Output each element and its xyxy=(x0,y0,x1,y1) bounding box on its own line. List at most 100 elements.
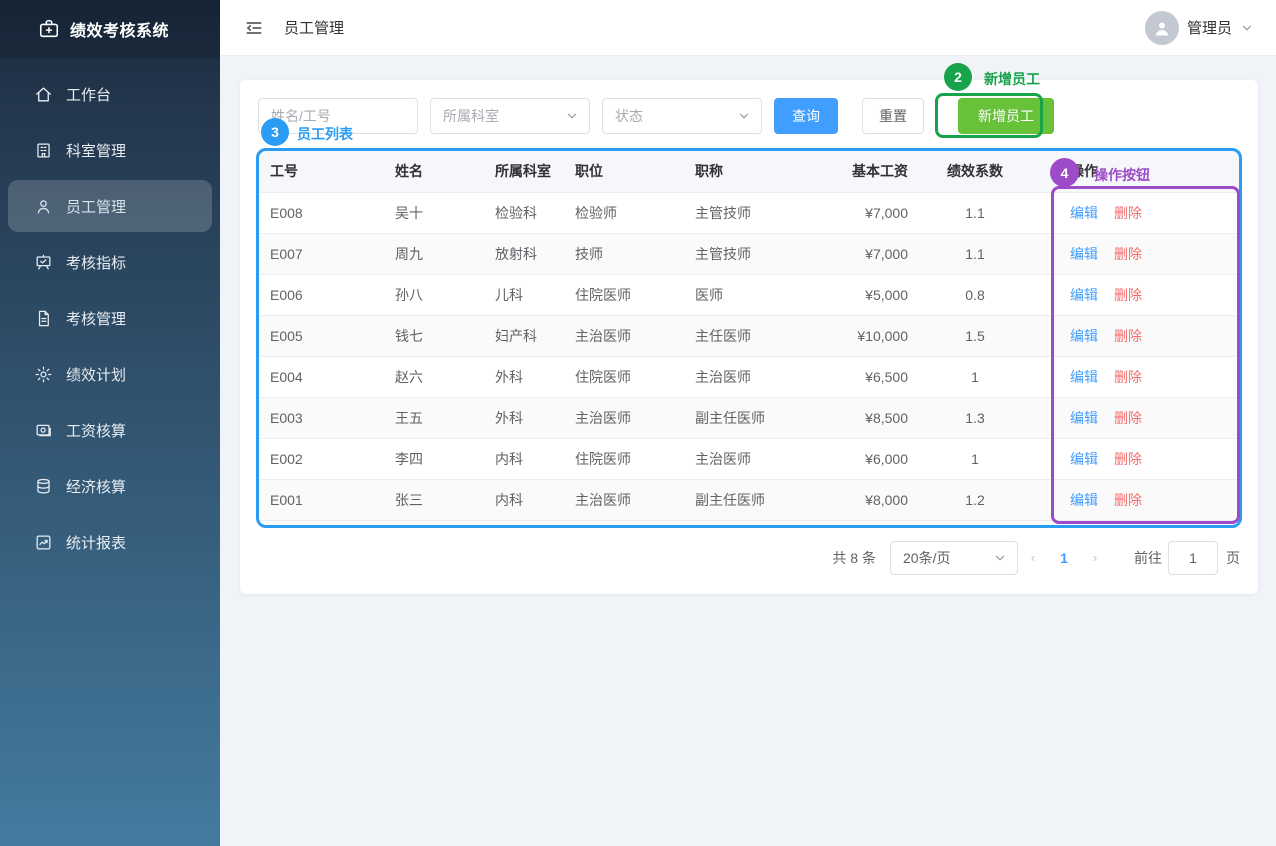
column-header: 绩效系数 xyxy=(920,150,1030,192)
cell-name: 张三 xyxy=(383,479,483,520)
sidebar: 绩效考核系统 工作台科室管理员工管理考核指标考核管理绩效计划工资核算经济核算统计… xyxy=(0,0,220,846)
edit-link[interactable]: 编辑 xyxy=(1070,287,1098,303)
delete-link[interactable]: 删除 xyxy=(1114,451,1142,467)
avatar xyxy=(1145,11,1179,45)
sidebar-item-label: 经济核算 xyxy=(66,476,126,497)
table-row: E006孙八儿科住院医师医师¥5,0000.8编辑删除 xyxy=(258,274,1240,315)
edit-link[interactable]: 编辑 xyxy=(1070,205,1098,221)
edit-link[interactable]: 编辑 xyxy=(1070,451,1098,467)
column-header: 姓名 xyxy=(383,150,483,192)
cell-name: 周九 xyxy=(383,233,483,274)
cell-name: 赵六 xyxy=(383,356,483,397)
cell-coeff: 1.2 xyxy=(920,479,1030,520)
cell-coeff: 1 xyxy=(920,438,1030,479)
app-logo: 绩效考核系统 xyxy=(0,0,220,58)
chevron-down-icon xyxy=(737,109,751,123)
table-header-row: 工号姓名所属科室职位职称基本工资绩效系数操作 xyxy=(258,150,1240,192)
delete-link[interactable]: 删除 xyxy=(1114,328,1142,344)
column-header: 职称 xyxy=(683,150,803,192)
edit-link[interactable]: 编辑 xyxy=(1070,369,1098,385)
sidebar-nav: 工作台科室管理员工管理考核指标考核管理绩效计划工资核算经济核算统计报表 xyxy=(0,58,220,578)
cell-title: 主管技师 xyxy=(683,192,803,233)
status-select[interactable]: 状态 xyxy=(602,98,762,134)
sidebar-item-chart[interactable]: 统计报表 xyxy=(8,516,212,568)
first-aid-kit-icon xyxy=(38,18,60,40)
table-row: E002李四内科住院医师主治医师¥6,0001编辑删除 xyxy=(258,438,1240,479)
column-header: 工号 xyxy=(258,150,383,192)
edit-link[interactable]: 编辑 xyxy=(1070,246,1098,262)
employee-table-body: E008吴十检验科检验师主管技师¥7,0001.1编辑删除E007周九放射科技师… xyxy=(258,192,1240,520)
cell-salary: ¥5,000 xyxy=(803,274,920,315)
cell-salary: ¥6,000 xyxy=(803,438,920,479)
search-button[interactable]: 查询 xyxy=(774,98,838,134)
sidebar-item-database[interactable]: 经济核算 xyxy=(8,460,212,512)
delete-link[interactable]: 删除 xyxy=(1114,287,1142,303)
cell-actions: 编辑删除 xyxy=(1030,438,1240,479)
add-employee-button[interactable]: 新增员工 xyxy=(958,98,1054,134)
cell-actions: 编辑删除 xyxy=(1030,192,1240,233)
table-row: E003王五外科主治医师副主任医师¥8,5001.3编辑删除 xyxy=(258,397,1240,438)
edit-link[interactable]: 编辑 xyxy=(1070,492,1098,508)
prev-page-button[interactable]: ‹ xyxy=(1018,550,1048,565)
cell-title: 主治医师 xyxy=(683,356,803,397)
status-select-placeholder: 状态 xyxy=(615,106,643,126)
cell-dept: 外科 xyxy=(483,397,563,438)
cell-actions: 编辑删除 xyxy=(1030,356,1240,397)
page-size-select[interactable]: 20条/页 xyxy=(890,541,1018,575)
chevron-down-icon xyxy=(565,109,579,123)
goto-label: 前往 xyxy=(1134,548,1162,568)
sidebar-item-user[interactable]: 员工管理 xyxy=(8,180,212,232)
page-unit-label: 页 xyxy=(1226,548,1240,568)
cell-position: 住院医师 xyxy=(563,356,683,397)
sidebar-collapse-icon[interactable] xyxy=(244,18,264,38)
delete-link[interactable]: 删除 xyxy=(1114,246,1142,262)
column-header: 操作 xyxy=(1030,150,1240,192)
sidebar-item-document[interactable]: 考核管理 xyxy=(8,292,212,344)
department-select[interactable]: 所属科室 xyxy=(430,98,590,134)
cell-dept: 儿科 xyxy=(483,274,563,315)
edit-link[interactable]: 编辑 xyxy=(1070,328,1098,344)
document-icon xyxy=(34,309,53,328)
home-icon xyxy=(34,85,53,104)
cell-position: 主治医师 xyxy=(563,479,683,520)
cell-dept: 检验科 xyxy=(483,192,563,233)
cell-actions: 编辑删除 xyxy=(1030,233,1240,274)
cell-coeff: 0.8 xyxy=(920,274,1030,315)
cell-actions: 编辑删除 xyxy=(1030,479,1240,520)
board-icon xyxy=(34,253,53,272)
sidebar-item-home[interactable]: 工作台 xyxy=(8,68,212,120)
filter-bar: 所属科室 状态 查询 重置 新增员工 xyxy=(258,98,1240,134)
sidebar-item-salary[interactable]: 工资核算 xyxy=(8,404,212,456)
cell-salary: ¥10,000 xyxy=(803,315,920,356)
current-page[interactable]: 1 xyxy=(1048,550,1080,566)
main-area: 员工管理 管理员 所属科室 状态 查询 xyxy=(220,0,1276,846)
delete-link[interactable]: 删除 xyxy=(1114,369,1142,385)
chart-icon xyxy=(34,533,53,552)
sidebar-item-label: 工作台 xyxy=(66,84,111,105)
cell-name: 孙八 xyxy=(383,274,483,315)
reset-button[interactable]: 重置 xyxy=(862,98,924,134)
cell-id: E001 xyxy=(258,479,383,520)
sidebar-item-building[interactable]: 科室管理 xyxy=(8,124,212,176)
edit-link[interactable]: 编辑 xyxy=(1070,410,1098,426)
page-content: 所属科室 状态 查询 重置 新增员工 工号姓名所属科室职位职称基本工资绩效系数操… xyxy=(220,56,1276,618)
sidebar-item-label: 工资核算 xyxy=(66,420,126,441)
goto-page-input[interactable] xyxy=(1168,541,1218,575)
delete-link[interactable]: 删除 xyxy=(1114,410,1142,426)
cell-salary: ¥8,500 xyxy=(803,397,920,438)
user-name: 管理员 xyxy=(1187,17,1232,38)
sidebar-item-gear[interactable]: 绩效计划 xyxy=(8,348,212,400)
next-page-button[interactable]: › xyxy=(1080,550,1110,565)
cell-id: E002 xyxy=(258,438,383,479)
keyword-input[interactable] xyxy=(258,98,418,134)
table-row: E001张三内科主治医师副主任医师¥8,0001.2编辑删除 xyxy=(258,479,1240,520)
delete-link[interactable]: 删除 xyxy=(1114,205,1142,221)
column-header: 职位 xyxy=(563,150,683,192)
cell-name: 钱七 xyxy=(383,315,483,356)
cell-id: E005 xyxy=(258,315,383,356)
delete-link[interactable]: 删除 xyxy=(1114,492,1142,508)
sidebar-item-board[interactable]: 考核指标 xyxy=(8,236,212,288)
cell-dept: 放射科 xyxy=(483,233,563,274)
user-menu[interactable]: 管理员 xyxy=(1145,11,1254,45)
table-row: E008吴十检验科检验师主管技师¥7,0001.1编辑删除 xyxy=(258,192,1240,233)
